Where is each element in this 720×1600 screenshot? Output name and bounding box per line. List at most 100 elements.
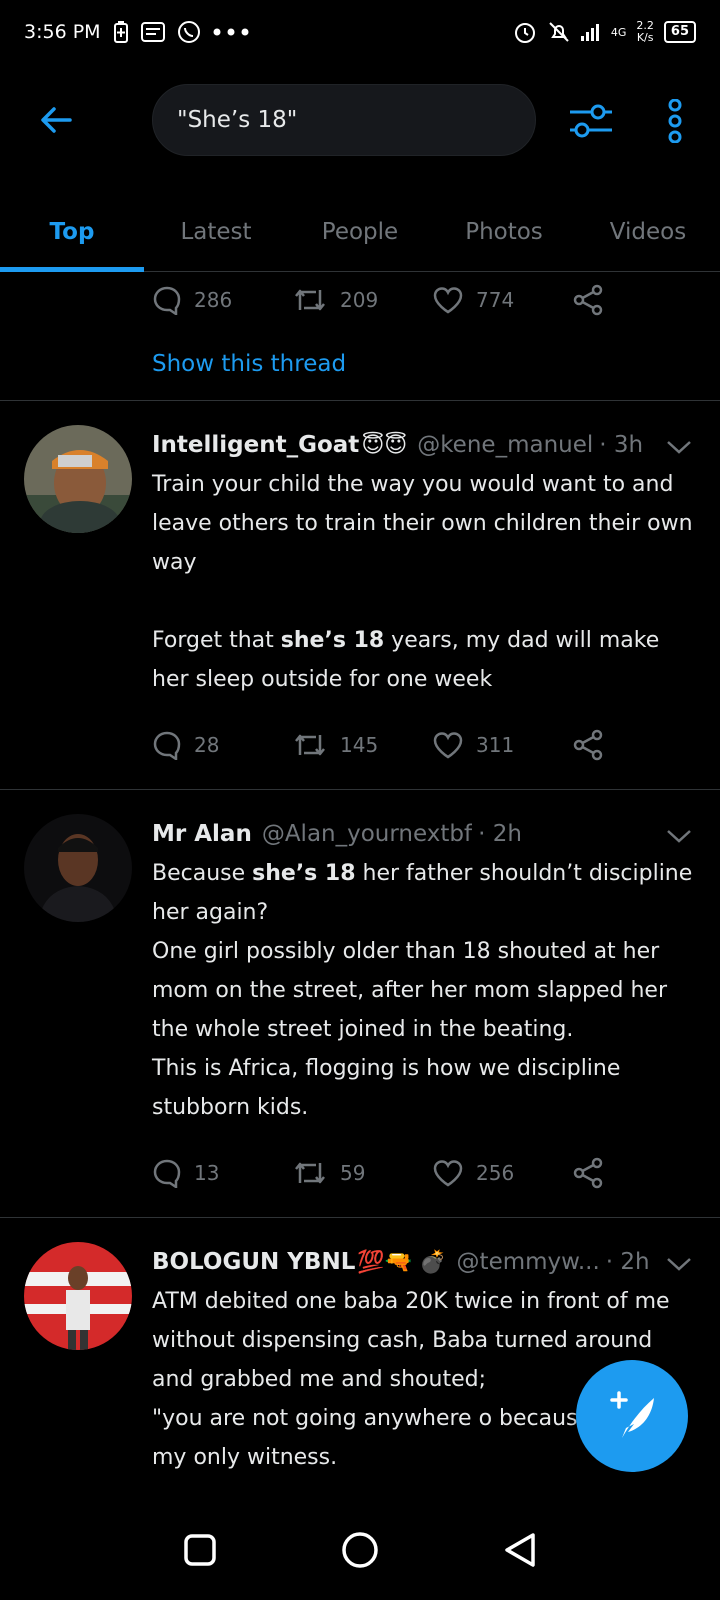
tweet-text-part: Because <box>152 861 253 886</box>
reply-button[interactable]: 28 <box>152 730 292 760</box>
author-emoji: 😇😇 <box>361 432 408 458</box>
triangle-back-icon <box>505 1533 535 1567</box>
retweet-button[interactable]: 145 <box>292 731 432 759</box>
tweet-actions: 286 209 774 <box>0 272 720 328</box>
retweet-count: 59 <box>340 1161 366 1185</box>
status-bar: 3:56 PM 4G 2.2 K/s 65 <box>0 0 720 64</box>
retweet-icon <box>295 734 325 756</box>
feather-plus-icon <box>610 1391 654 1438</box>
reply-count: 286 <box>194 288 233 312</box>
tweet-actions: 13 59 256 <box>152 1145 696 1201</box>
system-navigation-bar <box>0 1500 720 1600</box>
comment-icon <box>153 286 181 315</box>
retweet-button[interactable]: 59 <box>292 1159 432 1187</box>
home-button[interactable] <box>330 1520 390 1580</box>
retweet-button[interactable]: 209 <box>292 286 432 314</box>
tweet-time: · 2h <box>605 1249 650 1275</box>
retweet-count: 209 <box>340 288 379 312</box>
comment-icon <box>153 731 181 760</box>
avatar[interactable] <box>24 814 132 922</box>
show-thread-link[interactable]: Show this thread <box>0 328 720 400</box>
status-time: 3:56 PM <box>24 21 101 43</box>
tab-photos[interactable]: Photos <box>432 192 576 271</box>
author-handle[interactable]: @temmyw... <box>457 1249 600 1275</box>
tab-latest[interactable]: Latest <box>144 192 288 271</box>
share-icon <box>573 1157 603 1189</box>
search-filter-button[interactable] <box>566 96 616 146</box>
signal-icon <box>580 23 601 41</box>
square-icon <box>184 1534 216 1566</box>
back-nav-button[interactable] <box>490 1520 550 1580</box>
tweet-text: Because she’s 18 her father shouldn’t di… <box>152 854 696 1127</box>
tweet-header: Intelligent_Goat 😇😇 @kene_manuel · 3h <box>152 425 696 465</box>
tweet-header: Mr Alan @Alan_yournextbf · 2h <box>152 814 696 854</box>
whatsapp-icon <box>177 20 201 44</box>
more-notifications-icon <box>213 28 249 36</box>
heart-icon <box>433 287 463 314</box>
battery-saver-icon <box>113 21 129 43</box>
search-results-feed: 286 209 774 Show this thread Intelligent… <box>0 272 720 1493</box>
like-button[interactable]: 774 <box>432 286 572 314</box>
tab-videos[interactable]: Videos <box>576 192 720 271</box>
chevron-down-icon <box>667 441 691 454</box>
search-query-text: "She’s 18" <box>177 107 298 133</box>
share-button[interactable] <box>572 1157 612 1189</box>
reply-count: 13 <box>194 1161 220 1185</box>
tweet-menu-button[interactable] <box>664 824 694 848</box>
tweet-menu-button[interactable] <box>664 435 694 459</box>
like-count: 774 <box>476 288 515 312</box>
tweet-actions: 28 145 311 <box>152 717 696 773</box>
comment-icon <box>153 1159 181 1188</box>
reply-button[interactable]: 286 <box>152 285 292 315</box>
net-speed: 2.2 K/s <box>636 20 654 44</box>
tab-top[interactable]: Top <box>0 192 144 272</box>
recents-button[interactable] <box>170 1520 230 1580</box>
network-type-label: 4G <box>610 25 627 39</box>
tweet-menu-button[interactable] <box>664 1252 694 1276</box>
net-speed-unit: K/s <box>636 31 654 44</box>
search-header: "She’s 18" <box>0 80 720 160</box>
search-highlight: she’s 18 <box>252 861 356 886</box>
tweet-text-part: Train your child the way you would want … <box>152 472 693 653</box>
more-options-button[interactable] <box>650 96 700 146</box>
tweet-text: Train your child the way you would want … <box>152 465 696 699</box>
chevron-down-icon <box>667 830 691 843</box>
avatar[interactable] <box>24 425 132 533</box>
author-handle[interactable]: @Alan_yournextbf <box>262 821 472 847</box>
author-name[interactable]: Mr Alan <box>152 821 252 847</box>
share-icon <box>573 284 603 316</box>
avatar[interactable] <box>24 1242 132 1350</box>
tweet-time: · 3h <box>599 432 644 458</box>
share-button[interactable] <box>572 284 612 316</box>
battery-indicator: 65 <box>663 21 696 43</box>
mute-icon <box>547 20 571 44</box>
tweet[interactable]: Mr Alan @Alan_yournextbf · 2h Because sh… <box>0 790 720 1217</box>
tab-people[interactable]: People <box>288 192 432 271</box>
tweet[interactable]: Intelligent_Goat 😇😇 @kene_manuel · 3h Tr… <box>0 401 720 789</box>
like-button[interactable]: 311 <box>432 731 572 759</box>
message-icon <box>140 22 165 42</box>
back-button[interactable] <box>32 96 80 144</box>
search-tabs: Top Latest People Photos Videos <box>0 192 720 272</box>
heart-icon <box>433 1160 463 1187</box>
author-handle[interactable]: @kene_manuel <box>417 432 593 458</box>
search-input[interactable]: "She’s 18" <box>152 84 536 156</box>
retweet-icon <box>295 289 325 311</box>
share-button[interactable] <box>572 729 612 761</box>
tweet-text-part: her father shouldn’t discipline her agai… <box>152 861 693 1120</box>
author-emoji: 💯🔫 💣 <box>357 1249 447 1275</box>
chevron-down-icon <box>667 1258 691 1271</box>
author-name[interactable]: Intelligent_Goat <box>152 432 359 458</box>
like-count: 311 <box>476 733 515 757</box>
tweet-header: BOLOGUN YBNL 💯🔫 💣 @temmyw... · 2h <box>152 1242 696 1282</box>
author-name[interactable]: BOLOGUN YBNL <box>152 1249 355 1275</box>
alarm-icon <box>513 20 537 44</box>
heart-icon <box>433 732 463 759</box>
retweet-count: 145 <box>340 733 379 757</box>
share-icon <box>573 729 603 761</box>
like-button[interactable]: 256 <box>432 1159 572 1187</box>
sliders-icon <box>570 104 612 138</box>
reply-button[interactable]: 13 <box>152 1158 292 1188</box>
compose-tweet-button[interactable] <box>576 1360 688 1472</box>
tweet-time: · 2h <box>478 821 522 847</box>
